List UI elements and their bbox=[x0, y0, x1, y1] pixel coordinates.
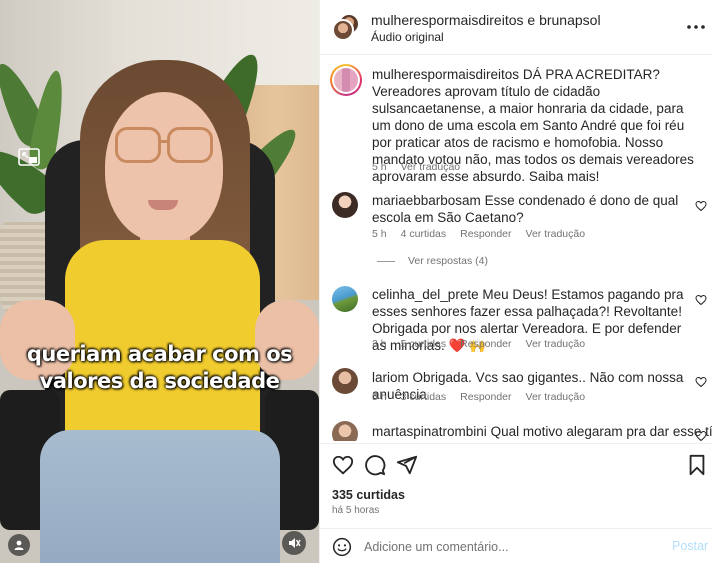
glasses bbox=[167, 127, 213, 163]
share-icon[interactable] bbox=[396, 454, 418, 476]
post-header: mulherespormaisdireitos e brunapsol Áudi… bbox=[320, 0, 712, 55]
post-comment-button[interactable]: Postar bbox=[672, 539, 708, 553]
user-tag-icon[interactable] bbox=[8, 534, 30, 556]
reply-link[interactable]: Responder bbox=[460, 391, 511, 403]
like-comment-heart-icon[interactable] bbox=[695, 429, 707, 441]
video-caption-line: queriam acabar com os bbox=[26, 342, 293, 366]
person-face bbox=[105, 92, 223, 242]
comment-meta: 3 h 5 curtidas Responder Ver tradução bbox=[372, 338, 599, 350]
glasses-bridge bbox=[159, 140, 169, 143]
comment-time: 3 h bbox=[372, 338, 387, 350]
comment-likes[interactable]: 5 curtidas bbox=[401, 338, 447, 350]
caption-time: 5 h bbox=[372, 161, 387, 173]
comment-username[interactable]: martaspinatrombini bbox=[372, 424, 487, 439]
audio-link[interactable]: Áudio original bbox=[371, 30, 444, 44]
collab-avatars[interactable] bbox=[332, 13, 360, 41]
glasses bbox=[115, 127, 161, 163]
emoji-icon[interactable] bbox=[332, 537, 352, 557]
avatar[interactable] bbox=[332, 192, 358, 218]
heart-icon[interactable] bbox=[332, 454, 354, 476]
post-time: há 5 horas bbox=[332, 505, 380, 516]
comment-time: 5 h bbox=[372, 228, 387, 240]
translate-link[interactable]: Ver tradução bbox=[526, 391, 586, 403]
video-caption-line: valores da sociedade bbox=[39, 369, 280, 393]
comment-text: mariaebbarbosam Esse condenado é dono de… bbox=[372, 192, 690, 226]
reply-link[interactable]: Responder bbox=[460, 228, 511, 240]
like-comment-heart-icon[interactable] bbox=[695, 293, 707, 306]
avatar-ring-inner bbox=[332, 66, 360, 94]
comment-icon[interactable] bbox=[364, 454, 386, 476]
avatar[interactable] bbox=[332, 421, 358, 441]
comment-time: 5 h bbox=[372, 391, 387, 403]
comment-text: martaspinatrombini Qual motivo alegaram … bbox=[372, 423, 712, 440]
avatar bbox=[334, 68, 358, 92]
comment-username[interactable]: celinha_del_prete bbox=[372, 287, 479, 302]
likes-count[interactable]: 335 curtidas bbox=[332, 488, 405, 502]
post-author[interactable]: mulherespormaisdireitos e brunapsol bbox=[371, 12, 601, 28]
person-jeans bbox=[40, 430, 280, 563]
avatar[interactable] bbox=[332, 368, 358, 394]
comment-composer: Postar bbox=[320, 528, 712, 563]
post-panel: mulherespormaisdireitos e brunapsol Áudi… bbox=[319, 0, 712, 563]
mute-icon[interactable] bbox=[282, 531, 306, 555]
caption-meta: 5 h Ver tradução bbox=[372, 161, 474, 173]
comment-username[interactable]: lariom bbox=[372, 370, 409, 385]
comment-input[interactable] bbox=[364, 538, 664, 556]
caption-avatar[interactable] bbox=[330, 64, 362, 96]
avatar bbox=[332, 19, 354, 41]
like-comment-heart-icon[interactable] bbox=[695, 199, 707, 212]
translate-link[interactable]: Ver tradução bbox=[526, 228, 586, 240]
replies-divider bbox=[377, 261, 395, 262]
comment-likes[interactable]: 3 curtidas bbox=[401, 391, 447, 403]
avatar[interactable] bbox=[332, 286, 358, 312]
comment-meta: 5 h 4 curtidas Responder Ver tradução bbox=[372, 228, 599, 240]
more-options-icon[interactable] bbox=[686, 18, 706, 34]
comment-body: Qual motivo alegaram pra dar esse título… bbox=[490, 424, 712, 439]
caption-username[interactable]: mulherespormaisdireitos bbox=[372, 67, 519, 82]
translate-link[interactable]: Ver tradução bbox=[401, 161, 461, 173]
comments-list[interactable]: mulherespormaisdireitos DÁ PRA ACREDITAR… bbox=[320, 56, 712, 441]
picture-in-picture-icon[interactable] bbox=[18, 148, 40, 166]
reply-link[interactable]: Responder bbox=[460, 338, 511, 350]
reel-video[interactable]: queriam acabar com os valores da socieda… bbox=[0, 0, 319, 563]
bookmark-icon[interactable] bbox=[687, 454, 709, 476]
view-replies-link[interactable]: Ver respostas (4) bbox=[408, 255, 488, 267]
post-actions: 335 curtidas há 5 horas bbox=[320, 443, 712, 523]
like-comment-heart-icon[interactable] bbox=[695, 375, 707, 388]
comment-username[interactable]: mariaebbarbosam bbox=[372, 193, 481, 208]
comment-likes[interactable]: 4 curtidas bbox=[401, 228, 447, 240]
comment-meta: 5 h 3 curtidas Responder Ver tradução bbox=[372, 391, 599, 403]
translate-link[interactable]: Ver tradução bbox=[526, 338, 586, 350]
